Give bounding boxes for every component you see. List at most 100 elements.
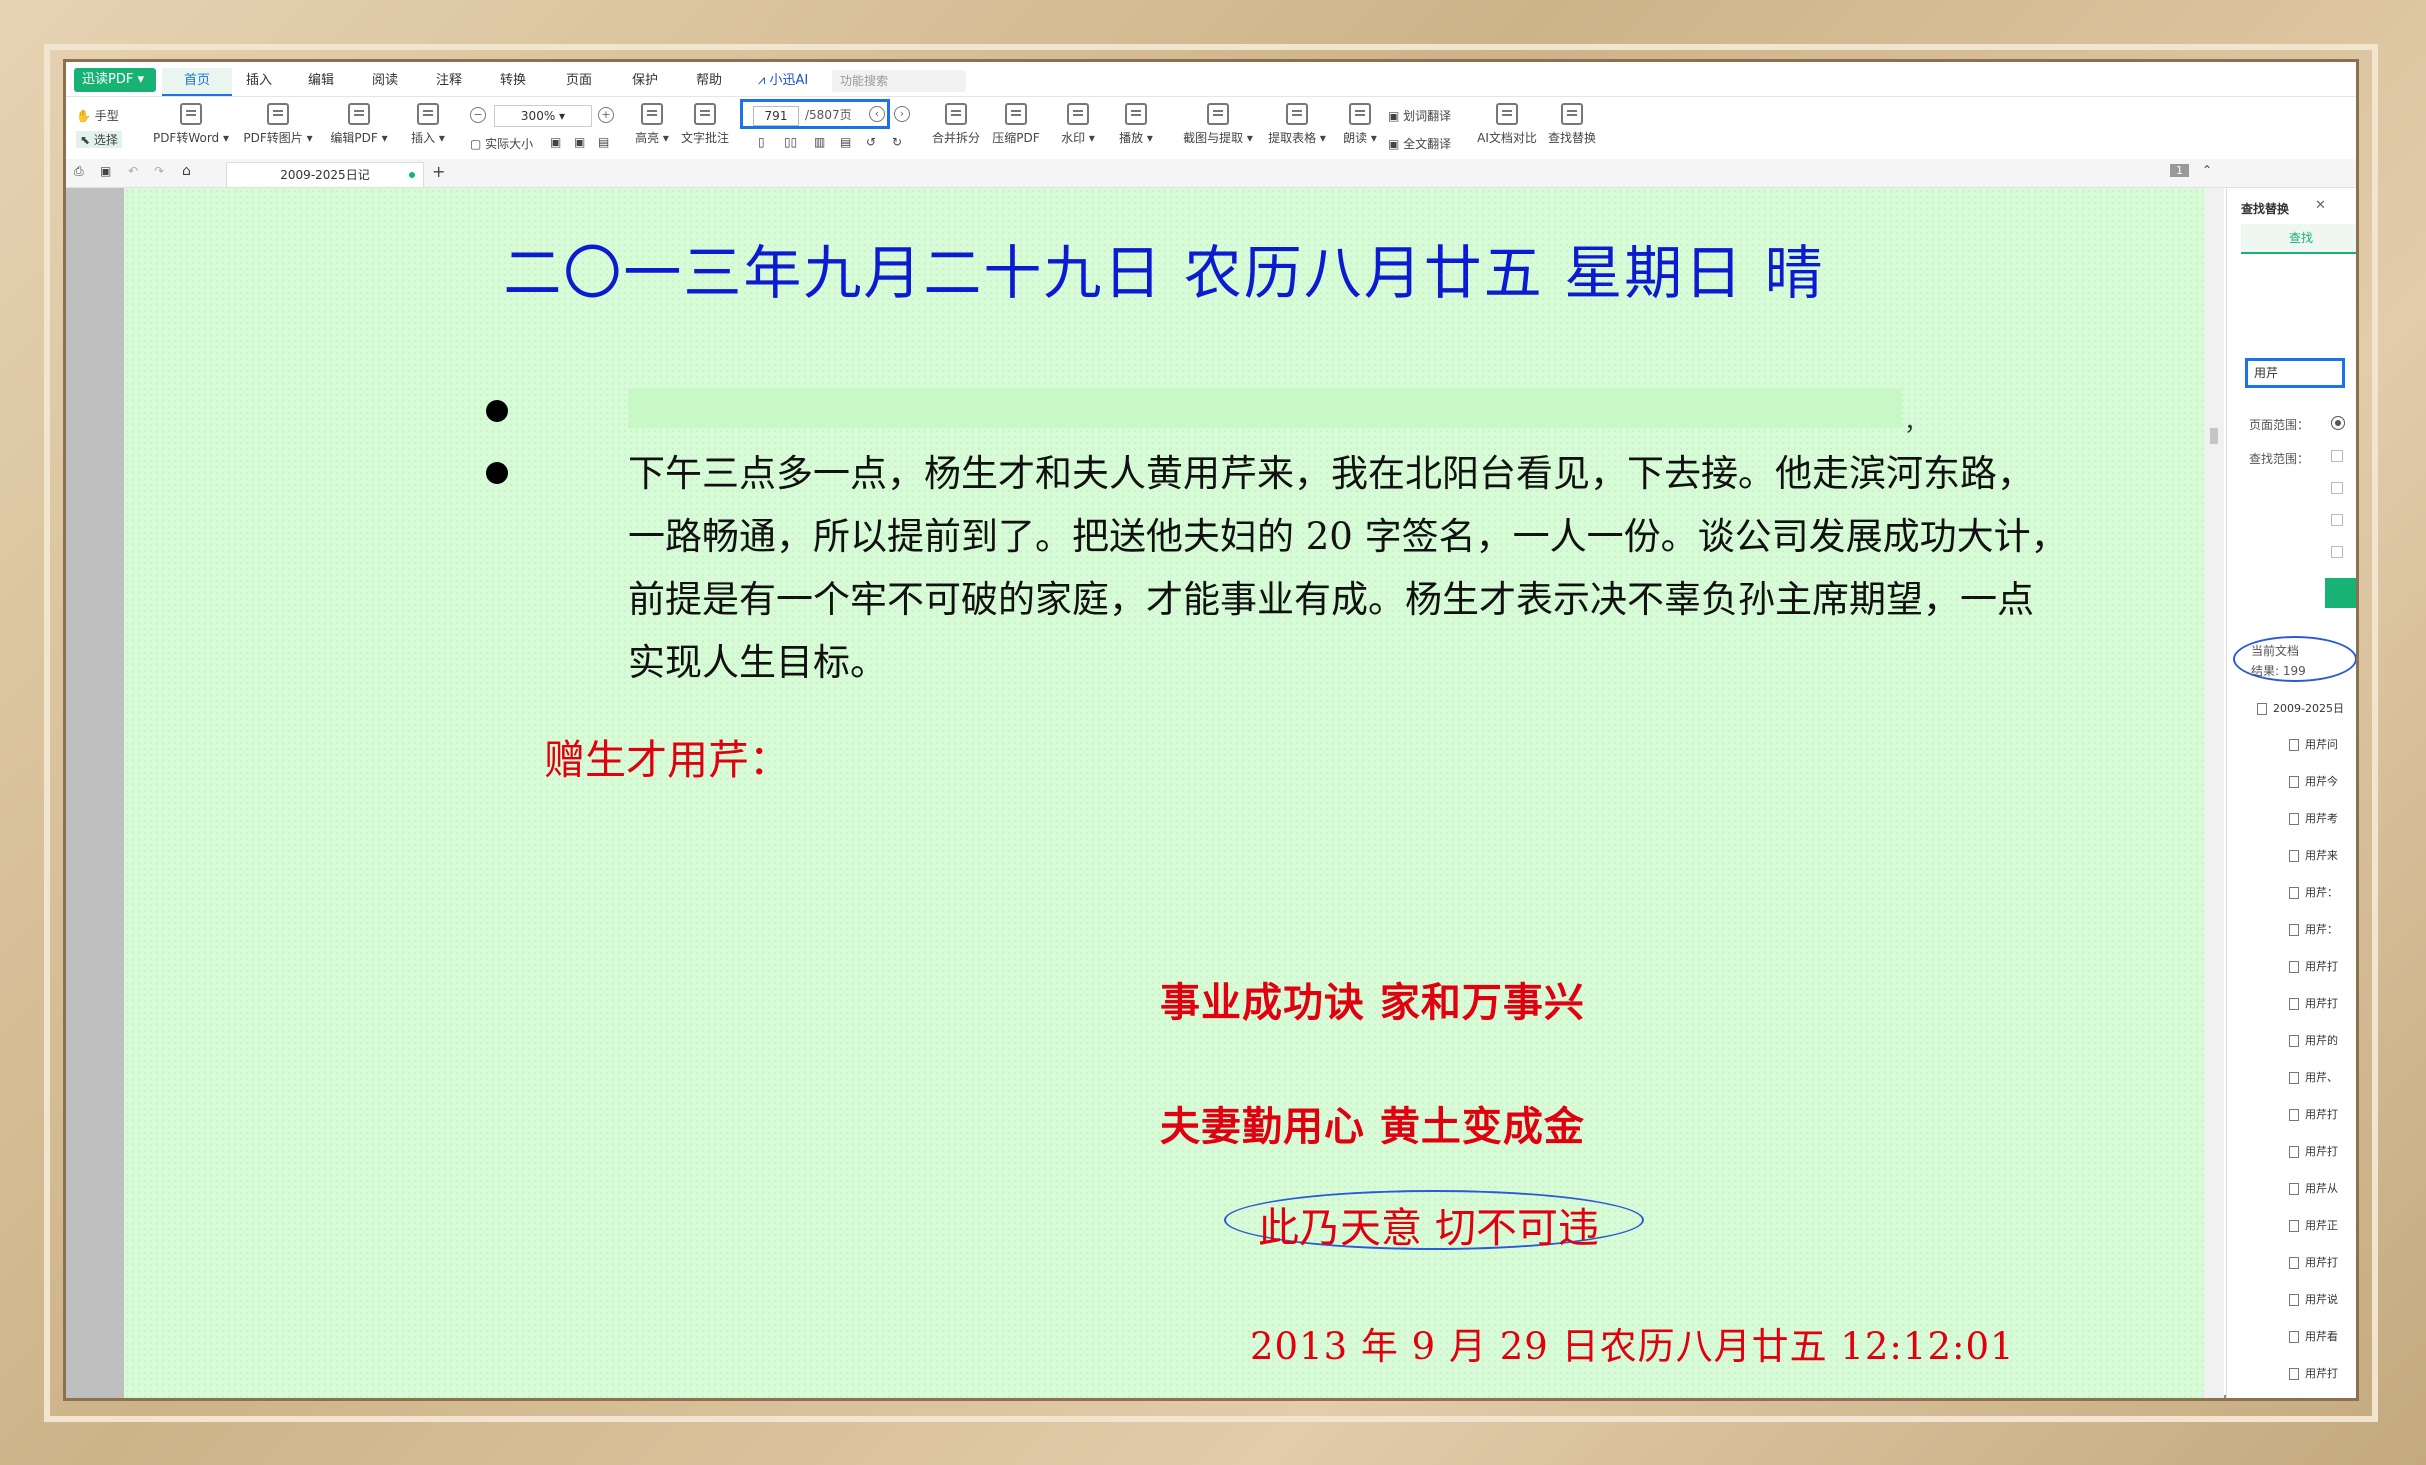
edit-pdf-button[interactable]: 编辑PDF ▾	[322, 103, 396, 146]
tab-insert[interactable]: 插入	[246, 68, 272, 94]
tab-find[interactable]: 查找	[2241, 224, 2356, 254]
search-result-item[interactable]: 用芹从	[2289, 1180, 2338, 1196]
tab-protect[interactable]: 保护	[632, 68, 658, 94]
fit-width-icon[interactable]: ▣	[574, 135, 585, 149]
tab-page[interactable]: 页面	[566, 68, 592, 94]
bullet-1	[486, 400, 508, 422]
find-button[interactable]	[2325, 578, 2356, 608]
search-result-item[interactable]: 用芹说	[2289, 1291, 2338, 1307]
undo-icon[interactable]: ↶	[128, 164, 138, 178]
search-result-label: 用芹看	[2305, 1330, 2338, 1343]
result-file[interactable]: 2009-2025日	[2257, 700, 2344, 716]
paragraph-line: 实现人生目标。	[628, 641, 887, 684]
search-result-item[interactable]: 用芹打	[2289, 995, 2338, 1011]
search-result-item[interactable]: 用芹打	[2289, 1254, 2338, 1270]
single-page-icon[interactable]: ▯	[758, 135, 765, 149]
select-tool[interactable]: ⬉ 选择	[76, 131, 122, 148]
prev-page-icon[interactable]: ‹	[869, 106, 885, 122]
text-comment-button[interactable]: 文字批注	[678, 103, 732, 146]
book-view-icon[interactable]: ▥	[814, 135, 825, 149]
double-page-icon[interactable]: ▯▯	[784, 135, 797, 149]
tab-convert[interactable]: 转换	[500, 68, 526, 94]
print-icon[interactable]: ⎙	[74, 164, 84, 179]
document-tab-bar: ⎙ ▣ ↶ ↷ ⌂ 2009-2025日记 + 1 ⌃	[66, 159, 2356, 188]
search-result-item[interactable]: 用芹来	[2289, 847, 2338, 863]
word-translate-button[interactable]: ▣ 划词翻译	[1388, 107, 1451, 124]
tab-annotate[interactable]: 注释	[436, 68, 462, 94]
scope-checkbox[interactable]	[2331, 450, 2343, 462]
search-result-item[interactable]: 用芹看	[2289, 1328, 2338, 1344]
scope-checkbox[interactable]	[2331, 514, 2343, 526]
watermark-button[interactable]: 水印 ▾	[1058, 103, 1098, 146]
search-result-item[interactable]: 用芹考	[2289, 810, 2338, 826]
word-icon	[180, 103, 202, 125]
search-result-item[interactable]: 用芹：	[2289, 884, 2338, 900]
function-search-input[interactable]: 功能搜索	[832, 70, 966, 92]
screenshot-icon	[1207, 103, 1229, 125]
tab-home[interactable]: 首页	[162, 68, 233, 96]
next-page-icon[interactable]: ›	[894, 106, 910, 122]
zoom-select[interactable]: 300% ▾	[494, 105, 592, 127]
collapse-icon[interactable]: ⌃	[2202, 163, 2212, 177]
file-icon	[2289, 887, 2299, 899]
extract-table-button[interactable]: 提取表格 ▾	[1264, 103, 1330, 146]
app-logo-menu[interactable]: 迅读PDF ▾	[74, 68, 156, 92]
search-result-item[interactable]: 用芹打	[2289, 1143, 2338, 1159]
vertical-scrollbar[interactable]	[2204, 188, 2224, 1398]
insert-button[interactable]: 插入 ▾	[404, 103, 452, 146]
compress-pdf-button[interactable]: 压缩PDF	[988, 103, 1044, 146]
home-icon[interactable]: ⌂	[182, 163, 191, 179]
edit-pdf-label: 编辑PDF	[330, 131, 378, 145]
scope-checkbox[interactable]	[2331, 482, 2343, 494]
actual-size-button[interactable]: ▢ 实际大小	[470, 135, 533, 152]
scrollbar-thumb[interactable]	[2210, 428, 2218, 444]
read-aloud-button[interactable]: 朗读 ▾	[1338, 103, 1382, 146]
pdf-to-image-button[interactable]: PDF转图片 ▾	[238, 103, 318, 146]
pdf-to-word-button[interactable]: PDF转Word ▾	[150, 103, 232, 146]
close-icon[interactable]: ✕	[2315, 198, 2326, 213]
save-icon[interactable]: ▣	[100, 164, 111, 178]
tab-ai[interactable]: ⩘ 小迅AI	[758, 68, 808, 94]
merge-split-button[interactable]: 合并拆分	[928, 103, 984, 146]
page-range-radio[interactable]	[2331, 416, 2345, 430]
search-result-item[interactable]: 用芹、	[2289, 1069, 2338, 1085]
document-tab[interactable]: 2009-2025日记	[226, 162, 424, 187]
file-icon	[2289, 1294, 2299, 1306]
app-window: 迅读PDF ▾ 首页 插入 编辑 阅读 注释 转换 页面 保护 帮助 ⩘ 小迅A…	[66, 62, 2356, 1398]
new-tab-icon[interactable]: +	[432, 162, 445, 181]
highlight-button[interactable]: 高亮 ▾	[632, 103, 672, 146]
screenshot-extract-button[interactable]: 截图与提取 ▾	[1178, 103, 1258, 146]
search-result-item[interactable]: 用芹打	[2289, 1365, 2338, 1381]
search-query-input[interactable]: 用芹	[2245, 358, 2345, 388]
play-label: 播放	[1119, 131, 1144, 145]
actual-size-icon: ▢	[470, 137, 482, 151]
play-button[interactable]: 播放 ▾	[1116, 103, 1156, 146]
tab-edit[interactable]: 编辑	[308, 68, 334, 94]
search-result-item[interactable]: 用芹今	[2289, 773, 2338, 789]
search-result-item[interactable]: 用芹问	[2289, 736, 2338, 752]
zoom-in-icon[interactable]: +	[598, 107, 614, 123]
search-result-item[interactable]: 用芹正	[2289, 1217, 2338, 1233]
tab-read[interactable]: 阅读	[372, 68, 398, 94]
fit-text-icon[interactable]: ▤	[598, 135, 609, 149]
word-translate-label: 划词翻译	[1403, 109, 1452, 123]
continuous-icon[interactable]: ▤	[840, 135, 851, 149]
ai-compare-button[interactable]: AI文档对比	[1474, 103, 1540, 146]
scope-checkbox[interactable]	[2331, 546, 2343, 558]
current-page-input[interactable]: 791	[753, 106, 799, 126]
search-result-item[interactable]: 用芹打	[2289, 958, 2338, 974]
find-replace-button[interactable]: 查找替换	[1544, 103, 1600, 146]
search-result-item[interactable]: 用芹：	[2289, 921, 2338, 937]
hand-tool[interactable]: ✋ 手型	[76, 107, 119, 124]
search-result-item[interactable]: 用芹打	[2289, 1106, 2338, 1122]
fit-page-icon[interactable]: ▣	[550, 135, 561, 149]
redo-icon[interactable]: ↷	[154, 164, 164, 178]
search-result-item[interactable]: 用芹的	[2289, 1032, 2338, 1048]
pdf-to-image-label: PDF转图片	[243, 131, 303, 145]
extract-table-label: 提取表格	[1268, 131, 1317, 145]
rotate-right-icon[interactable]: ↻	[892, 135, 902, 149]
tab-help[interactable]: 帮助	[696, 68, 722, 94]
rotate-left-icon[interactable]: ↺	[866, 135, 876, 149]
zoom-out-icon[interactable]: −	[470, 107, 486, 123]
full-translate-button[interactable]: ▣ 全文翻译	[1388, 135, 1451, 152]
